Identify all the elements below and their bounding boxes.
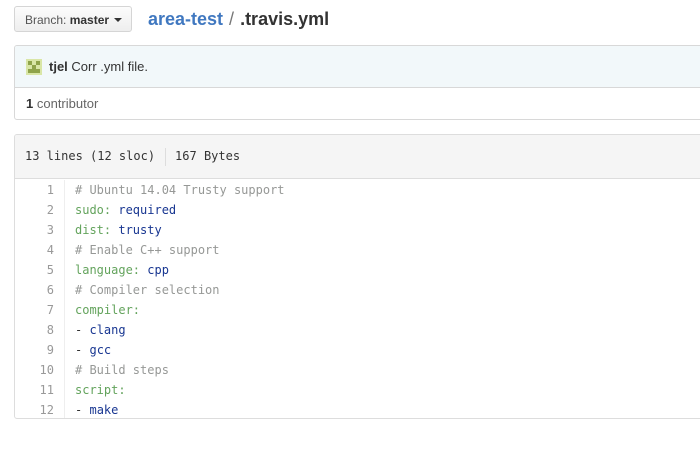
commit-info-box: tjel Corr .yml file. 1 contributor xyxy=(14,45,700,120)
contributors-summary[interactable]: 1 contributor xyxy=(15,88,700,119)
code-token: cpp xyxy=(147,263,169,277)
line-number[interactable]: 12 xyxy=(15,400,65,418)
line-content: - gcc xyxy=(65,343,111,357)
line-content: - make xyxy=(65,403,118,417)
line-content: dist: trusty xyxy=(65,223,162,237)
line-content: # Ubuntu 14.04 Trusty support xyxy=(65,183,285,197)
line-number[interactable]: 5 xyxy=(15,260,65,280)
branch-name: master xyxy=(69,13,110,27)
line-content: script: xyxy=(65,383,126,397)
line-number[interactable]: 2 xyxy=(15,200,65,220)
line-content: compiler: xyxy=(65,303,140,317)
line-number[interactable]: 6 xyxy=(15,280,65,300)
code-line: 5 language: cpp xyxy=(15,260,700,280)
code-line: 2 sudo: required xyxy=(15,200,700,220)
code-line: 4 # Enable C++ support xyxy=(15,240,700,260)
breadcrumb: area-test / .travis.yml xyxy=(148,6,329,32)
commit-summary: tjel Corr .yml file. xyxy=(49,46,148,87)
code-token: sudo: xyxy=(75,203,112,217)
avatar[interactable] xyxy=(26,59,42,75)
breadcrumb-separator: / xyxy=(229,9,235,29)
file-size: 167 Bytes xyxy=(175,149,241,163)
code-token: compiler: xyxy=(75,303,141,317)
code-listing: 1 # Ubuntu 14.04 Trusty support 2 sudo: req… xyxy=(15,179,700,418)
contributor-label: contributor xyxy=(36,96,99,111)
line-content: # Build steps xyxy=(65,363,169,377)
contributor-count: 1 xyxy=(26,96,34,111)
code-token: # Enable C++ support xyxy=(75,243,220,257)
code-token: dist: xyxy=(75,223,112,237)
line-content: # Enable C++ support xyxy=(65,243,220,257)
line-content: language: cpp xyxy=(65,263,169,277)
chevron-down-icon xyxy=(114,18,123,22)
breadcrumb-file-name: .travis.yml xyxy=(240,9,330,29)
code-token: # Ubuntu 14.04 Trusty support xyxy=(75,183,285,197)
code-token: script: xyxy=(75,383,126,397)
code-line: 9- gcc xyxy=(15,340,700,360)
file-navigation: Branch: master area-test / .travis.yml xyxy=(14,6,700,34)
line-content: # Compiler selection xyxy=(65,283,220,297)
code-line: 11 script: xyxy=(15,380,700,400)
code-line: 1 # Ubuntu 14.04 Trusty support xyxy=(15,180,700,200)
code-token: make xyxy=(89,403,119,417)
line-number[interactable]: 7 xyxy=(15,300,65,320)
line-number[interactable]: 3 xyxy=(15,220,65,240)
code-line: 7 compiler: xyxy=(15,300,700,320)
code-line: 3 dist: trusty xyxy=(15,220,700,240)
file-header: 13 lines (12 sloc) 167 Bytes xyxy=(15,135,700,179)
code-line: 12- make xyxy=(15,400,700,418)
code-token: gcc xyxy=(89,343,112,357)
code-token: # Compiler selection xyxy=(75,283,220,297)
line-number[interactable]: 1 xyxy=(15,180,65,200)
commit-author-link[interactable]: tjel xyxy=(49,59,68,74)
line-number[interactable]: 10 xyxy=(15,360,65,380)
file-line-count: 13 lines (12 sloc) xyxy=(25,149,156,163)
branch-prefix-label: Branch: xyxy=(25,13,67,27)
code-token: clang xyxy=(89,323,126,337)
breadcrumb-repo-link[interactable]: area-test xyxy=(148,9,223,29)
file-info-divider xyxy=(165,147,167,166)
code-line: 10 # Build steps xyxy=(15,360,700,380)
code-token: language: xyxy=(75,263,141,277)
file-viewer: 13 lines (12 sloc) 167 Bytes 1 # Ubuntu 14… xyxy=(14,134,700,419)
commit-tease: tjel Corr .yml file. xyxy=(15,46,700,88)
code-line: 6 # Compiler selection xyxy=(15,280,700,300)
line-number[interactable]: 8 xyxy=(15,320,65,340)
code-token: trusty xyxy=(118,223,162,237)
commit-message-link[interactable]: Corr .yml file. xyxy=(71,59,148,74)
line-content: - clang xyxy=(65,323,126,337)
line-number[interactable]: 11 xyxy=(15,380,65,400)
code-token: required xyxy=(118,203,177,217)
code-token: # Build steps xyxy=(75,363,169,377)
line-number[interactable]: 9 xyxy=(15,340,65,360)
line-number[interactable]: 4 xyxy=(15,240,65,260)
line-content: sudo: required xyxy=(65,203,176,217)
code-line: 8- clang xyxy=(15,320,700,340)
branch-select-button[interactable]: Branch: master xyxy=(14,6,133,32)
